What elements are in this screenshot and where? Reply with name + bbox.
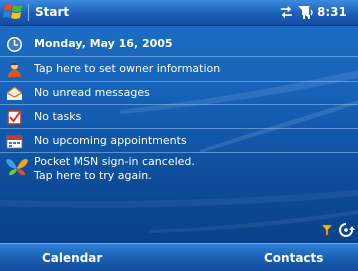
softkey-bar: Calendar Contacts [0, 243, 358, 271]
volume-icon[interactable] [301, 6, 315, 19]
today-screen: Start 8:31 Monday, May 16, 2005 Tap here… [0, 0, 358, 271]
row-divider [0, 56, 358, 57]
title-separator [28, 4, 29, 21]
msn-retry-line: Tap here to try again. [34, 169, 152, 182]
date-row[interactable]: Monday, May 16, 2005 [0, 33, 358, 55]
start-menu-title[interactable]: Start [35, 4, 69, 20]
tasks-row[interactable]: No tasks [0, 106, 358, 128]
row-divider [0, 152, 358, 153]
start-windows-icon[interactable] [3, 2, 25, 23]
row-divider [0, 104, 358, 105]
calendar-softkey[interactable]: Calendar [42, 251, 102, 266]
tasks-checkbox-icon [7, 110, 22, 125]
messages-label: No unread messages [34, 86, 150, 99]
appointments-row[interactable]: No upcoming appointments [0, 130, 358, 152]
msn-status-line: Pocket MSN sign-in canceled. [34, 155, 195, 168]
appointments-label: No upcoming appointments [34, 134, 187, 147]
msn-butterfly-icon [6, 159, 28, 176]
sync-icon[interactable] [337, 222, 355, 238]
owner-info-row[interactable]: Tap here to set owner information [0, 58, 358, 80]
msn-signin-row[interactable]: Pocket MSN sign-in canceled. Tap here to… [0, 154, 358, 188]
contacts-softkey[interactable]: Contacts [264, 251, 323, 266]
owner-info-label: Tap here to set owner information [34, 62, 221, 75]
clock-icon [7, 37, 22, 52]
row-divider [0, 128, 358, 129]
title-bar: Start 8:31 [0, 0, 358, 26]
inbox-envelope-icon [6, 86, 23, 100]
messages-row[interactable]: No unread messages [0, 82, 358, 104]
clock-time[interactable]: 8:31 [317, 4, 347, 20]
owner-icon [8, 62, 21, 77]
tasks-label: No tasks [34, 110, 82, 123]
date-label: Monday, May 16, 2005 [34, 37, 173, 50]
connectivity-icon[interactable] [280, 4, 294, 20]
calendar-icon [6, 135, 23, 149]
filter-icon[interactable] [321, 222, 333, 238]
